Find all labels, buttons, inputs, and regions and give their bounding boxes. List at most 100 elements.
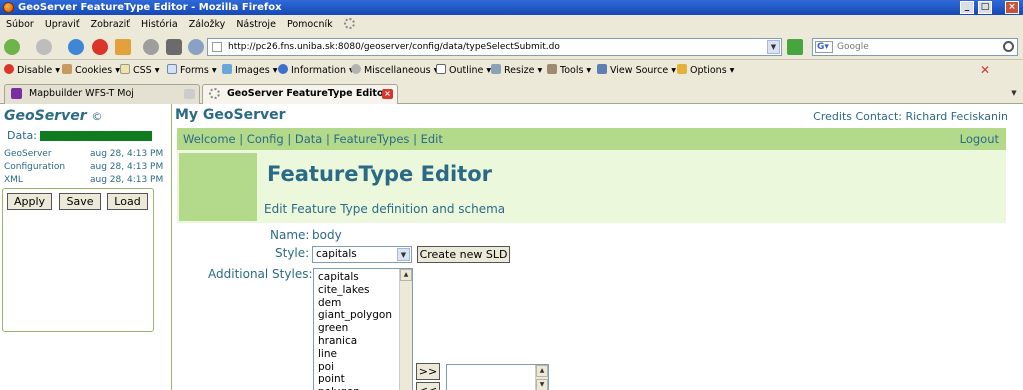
list-item[interactable]: poi — [314, 361, 412, 374]
remove-style-button[interactable]: << — [416, 382, 440, 390]
nav-data[interactable]: Data — [295, 132, 322, 146]
address-bar[interactable]: http://pc26.fns.uniba.sk:8080/geoserver/… — [207, 38, 782, 56]
menu-history[interactable]: História — [141, 15, 178, 34]
create-new-sld-button[interactable]: Create new SLD — [417, 246, 510, 263]
status-configuration-time: aug 28, 4:13 PM — [90, 162, 164, 172]
page-subtitle: Edit Feature Type definition and schema — [264, 202, 506, 216]
list-item[interactable]: green — [314, 322, 412, 335]
name-label: Name: — [270, 228, 310, 242]
page-content: GeoServer © Data: GeoServer aug 28, 4:13… — [0, 104, 1023, 390]
webdev-toolbar: Disable ▾ Cookies ▾ CSS ▾ Forms ▾ Images… — [0, 60, 1023, 81]
images-icon — [222, 64, 232, 74]
page-title: FeatureType Editor — [267, 162, 493, 186]
nav-welcome[interactable]: Welcome — [183, 132, 236, 146]
list-item[interactable]: giant_polygon — [314, 309, 412, 322]
page-icon — [212, 42, 222, 52]
google-icon[interactable]: G▾ — [815, 41, 833, 53]
go-icon[interactable] — [787, 39, 803, 55]
webdev-images[interactable]: Images ▾ — [222, 60, 278, 81]
miscellaneous-icon — [351, 64, 361, 74]
network-icon[interactable] — [188, 39, 204, 55]
style-dropdown-icon[interactable]: ▼ — [397, 248, 410, 261]
webdev-disable[interactable]: Disable ▾ — [4, 60, 60, 81]
loading-icon — [209, 88, 220, 99]
menu-help[interactable]: Pomocník — [287, 15, 333, 34]
address-url: http://pc26.fns.uniba.sk:8080/geoserver/… — [228, 42, 560, 52]
save-button[interactable]: Save — [59, 193, 101, 210]
list-item[interactable]: polygon — [314, 386, 412, 390]
load-button[interactable]: Load — [107, 193, 148, 210]
scroll-down-icon[interactable]: ▼ — [536, 379, 548, 390]
list-item[interactable]: dem — [314, 297, 412, 310]
minimize-button[interactable]: _ — [960, 1, 974, 14]
list-item[interactable]: cite_lakes — [314, 284, 412, 297]
list-item[interactable]: capitals — [314, 271, 412, 284]
information-icon — [278, 64, 288, 74]
home-icon[interactable] — [115, 39, 131, 55]
webdev-information[interactable]: Information ▾ — [278, 60, 354, 81]
status-geoserver-name: GeoServer — [4, 149, 52, 159]
style-select[interactable]: capitals ▼ — [312, 246, 412, 263]
reload-icon[interactable] — [68, 39, 84, 55]
list-item[interactable]: point — [314, 373, 412, 386]
menu-bar: Súbor Upraviť Zobraziť História Záložky … — [0, 15, 1023, 34]
logout-link[interactable]: Logout — [960, 128, 999, 150]
webdev-css[interactable]: CSS ▾ — [120, 60, 160, 81]
resize-icon — [491, 64, 501, 74]
list-item[interactable]: hranica — [314, 335, 412, 348]
webdev-view-source[interactable]: View Source ▾ — [597, 60, 676, 81]
webdev-miscellaneous[interactable]: Miscellaneous ▾ — [351, 60, 438, 81]
copyright-symbol: © — [91, 110, 103, 123]
webdev-options[interactable]: Options ▾ — [677, 60, 734, 81]
styles-list-scrollbar[interactable]: ▲ — [399, 269, 412, 390]
back-arrow-icon[interactable] — [4, 39, 20, 55]
selected-styles-scrollbar[interactable]: ▲ ▼ — [535, 365, 548, 390]
window-titlebar: GeoServer FeatureType Editor - Mozilla F… — [0, 0, 1023, 15]
search-box[interactable]: G▾ Google — [812, 38, 1018, 56]
webdev-cookies[interactable]: Cookies ▾ — [62, 60, 120, 81]
menu-view[interactable]: Zobraziť — [91, 15, 130, 34]
menu-file[interactable]: Súbor — [6, 15, 34, 34]
stop-icon[interactable] — [92, 39, 108, 55]
additional-styles-label: Additional Styles: — [208, 267, 313, 281]
tab-close-icon[interactable]: × — [382, 89, 393, 99]
outline-icon — [436, 64, 446, 74]
cookies-icon — [62, 64, 72, 74]
webdev-forms[interactable]: Forms ▾ — [167, 60, 217, 81]
forward-arrow-icon[interactable] — [36, 39, 52, 55]
apply-button[interactable]: Apply — [7, 193, 52, 210]
webdev-resize[interactable]: Resize ▾ — [491, 60, 542, 81]
nav-featuretypes[interactable]: FeatureTypes — [334, 132, 410, 146]
scroll-up-icon[interactable]: ▲ — [536, 365, 548, 377]
tab-list-icon[interactable]: ▼ — [1008, 86, 1020, 100]
webdev-close-icon[interactable]: ✕ — [980, 60, 990, 81]
address-dropdown-icon[interactable]: ▼ — [767, 40, 780, 54]
search-icon[interactable] — [1003, 41, 1014, 52]
selected-styles-list[interactable]: ▲ ▼ — [446, 364, 549, 390]
close-button[interactable]: × — [1005, 1, 1019, 14]
settings-gear-icon[interactable] — [143, 39, 159, 55]
nav-edit[interactable]: Edit — [421, 132, 443, 146]
scroll-up-icon[interactable]: ▲ — [400, 269, 412, 281]
webdev-tools[interactable]: Tools ▾ — [547, 60, 591, 81]
webdev-outline[interactable]: Outline ▾ — [436, 60, 491, 81]
edit-icon[interactable] — [166, 39, 182, 55]
list-item[interactable]: line — [314, 348, 412, 361]
additional-styles-list[interactable]: capitals cite_lakes dem giant_polygon gr… — [313, 268, 413, 390]
tab-mapbuilder[interactable]: Mapbuilder WFS-T Moj — [4, 84, 200, 104]
menu-edit[interactable]: Upraviť — [45, 15, 80, 34]
tab-close-icon[interactable] — [184, 89, 195, 99]
forms-icon — [167, 64, 177, 74]
nav-config[interactable]: Config — [247, 132, 284, 146]
tab-featuretype-editor[interactable]: GeoServer FeatureType Editor × — [202, 84, 398, 104]
site-title: My GeoServer — [175, 107, 286, 123]
add-style-button[interactable]: >> — [416, 363, 440, 380]
credits-contact[interactable]: Credits Contact: Richard Feciskanin — [813, 110, 1008, 123]
tools-icon — [547, 64, 557, 74]
menu-bookmarks[interactable]: Záložky — [189, 15, 226, 34]
header-decoration — [179, 153, 257, 221]
maximize-button[interactable]: □ — [978, 1, 992, 14]
menu-tools[interactable]: Nástroje — [236, 15, 276, 34]
mapbuilder-icon — [11, 88, 22, 99]
sidebar: GeoServer © Data: GeoServer aug 28, 4:13… — [0, 104, 172, 390]
